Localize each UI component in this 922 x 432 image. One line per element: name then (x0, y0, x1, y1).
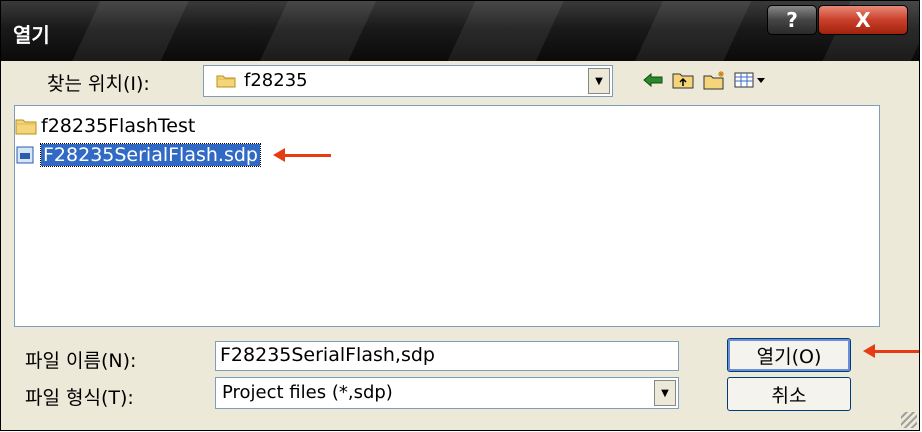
sdp-file-icon (15, 145, 37, 165)
help-button[interactable]: ? (767, 5, 817, 35)
resize-grip[interactable] (901, 412, 917, 428)
window-title: 열기 (13, 23, 50, 47)
file-name-label: 파일 이름(N): (25, 350, 137, 372)
folder-icon (216, 75, 236, 88)
file-name-input[interactable]: F28235SerialFlash,sdp (215, 341, 679, 371)
look-in-dropdown[interactable]: f28235 ▼ (203, 65, 613, 97)
open-dialog: 열기 ? X 찾는 위치(I): f28235 ▼ f28235FlashTes… (0, 0, 920, 431)
title-bar[interactable]: 열기 ? X (1, 1, 919, 61)
close-button[interactable]: X (818, 5, 908, 35)
look-in-label: 찾는 위치(I): (47, 73, 150, 95)
list-item-label: f28235FlashTest (41, 115, 196, 137)
new-folder-icon[interactable] (703, 67, 727, 93)
list-item-folder[interactable]: f28235FlashTest (15, 113, 195, 139)
file-type-label: 파일 형식(T): (25, 387, 134, 409)
back-icon[interactable] (641, 67, 665, 93)
file-type-value: Project files (*,sdp) (222, 382, 393, 403)
list-item-file-selected[interactable]: F28235SerialFlash.sdp (15, 142, 261, 168)
view-menu-icon[interactable] (733, 67, 769, 93)
look-in-value: f28235 (244, 70, 308, 91)
chevron-down-icon[interactable]: ▼ (654, 380, 676, 406)
folder-icon (15, 116, 37, 136)
up-folder-icon[interactable] (671, 67, 695, 93)
open-button[interactable]: 열기(O) (727, 338, 851, 372)
annotation-arrow (863, 344, 919, 358)
annotation-arrow (273, 148, 331, 162)
chevron-down-icon[interactable]: ▼ (588, 68, 610, 94)
list-item-label: F28235SerialFlash.sdp (40, 143, 261, 167)
cancel-button[interactable]: 취소 (727, 377, 851, 411)
file-type-dropdown[interactable]: Project files (*,sdp) ▼ (215, 377, 679, 409)
